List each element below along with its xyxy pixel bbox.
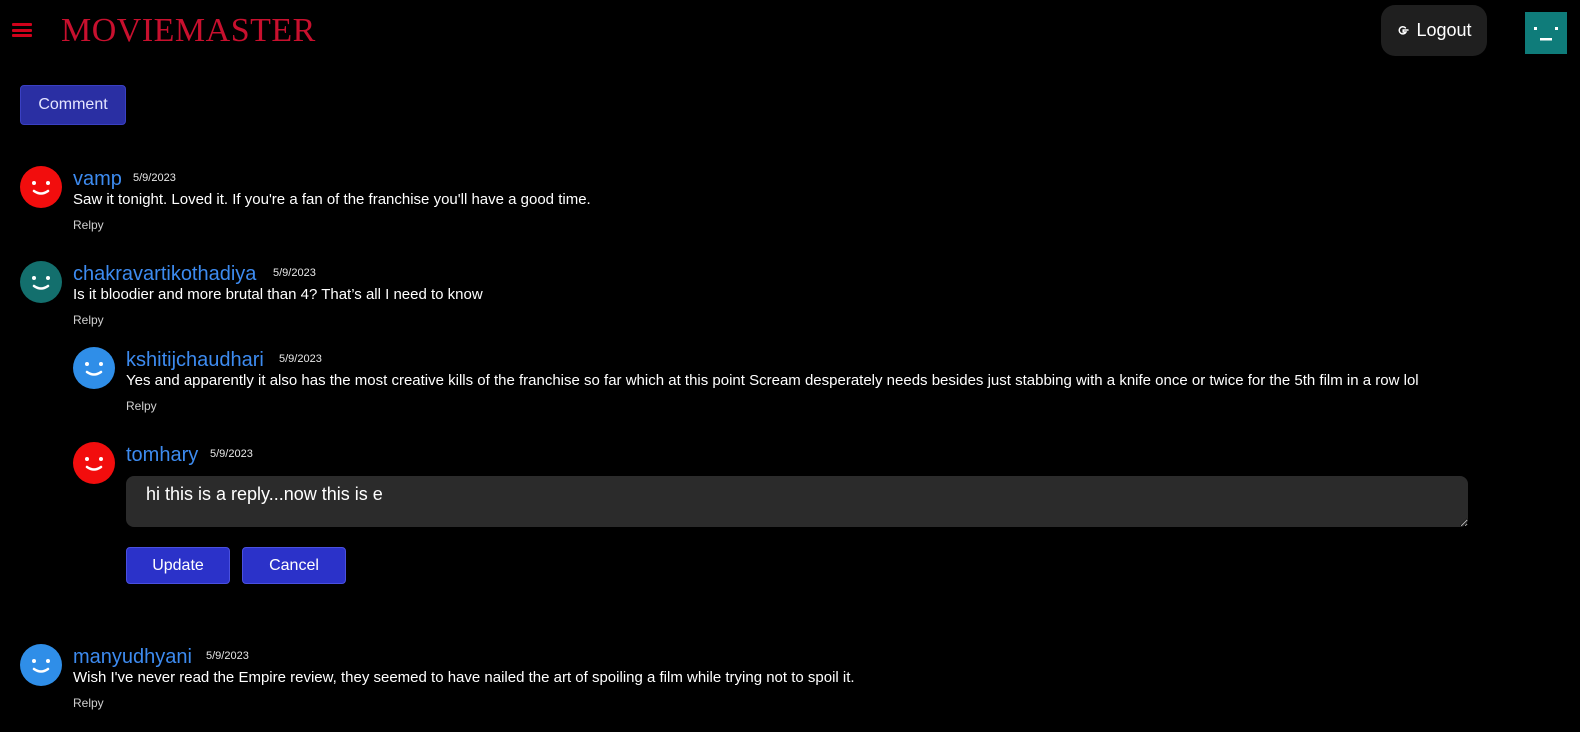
avatar [20,644,62,686]
top-bar: MOVIEMASTER Logout [0,0,1580,64]
smiley-face-icon [85,457,103,471]
cancel-button[interactable]: Cancel [242,547,346,584]
reply-link[interactable]: Relpy [73,696,104,710]
avatar [20,166,62,208]
comment-username[interactable]: chakravartikothadiya [73,262,256,286]
reply-link[interactable]: Relpy [73,218,104,232]
comment-button[interactable]: Comment [20,85,126,125]
comment-username[interactable]: kshitijchaudhari [126,348,264,372]
reply-link[interactable]: Relpy [73,313,104,327]
update-button[interactable]: Update [126,547,230,584]
smiley-face-icon [32,181,50,195]
comment-text: Wish I've never read the Empire review, … [73,669,855,686]
app-logo[interactable]: MOVIEMASTER [61,11,316,51]
smiley-face-icon [1534,27,1558,41]
smiley-face-icon [32,659,50,673]
avatar [73,442,115,484]
reply-link[interactable]: Relpy [126,399,157,413]
hamburger-menu-icon[interactable] [12,23,32,37]
google-icon [1398,25,1410,35]
comment-username[interactable]: manyudhyani [73,645,192,669]
user-avatar[interactable] [1525,12,1567,54]
avatar [73,347,115,389]
comment-text: Saw it tonight. Loved it. If you're a fa… [73,191,591,208]
comment-date: 5/9/2023 [279,353,322,365]
comment-date: 5/9/2023 [210,448,253,460]
logout-label: Logout [1416,20,1472,40]
edit-reply-input[interactable]: hi this is a reply...now this is e [126,476,1468,527]
comment-text: Yes and apparently it also has the most … [126,372,1419,389]
comment-date: 5/9/2023 [273,267,316,279]
comment-date: 5/9/2023 [133,172,176,184]
comment-username[interactable]: tomhary [126,443,198,467]
smiley-face-icon [85,362,103,376]
comment-username[interactable]: vamp [73,167,122,191]
comment-text: Is it bloodier and more brutal than 4? T… [73,286,483,303]
smiley-face-icon [32,276,50,290]
avatar [20,261,62,303]
comment-date: 5/9/2023 [206,650,249,662]
logout-button[interactable]: Logout [1381,5,1487,56]
